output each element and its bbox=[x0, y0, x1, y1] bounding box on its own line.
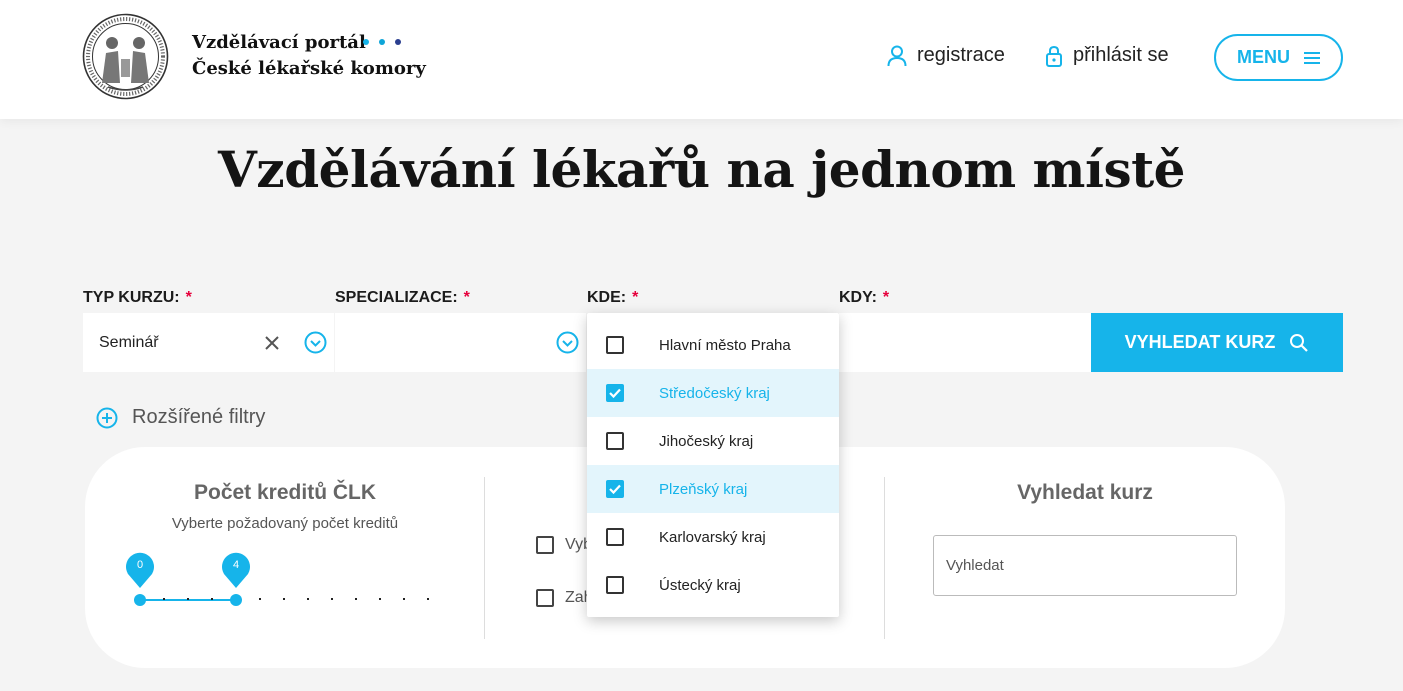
course-type-select[interactable]: Seminář bbox=[83, 313, 334, 372]
region-option-label: Plzeňský kraj bbox=[659, 481, 748, 498]
search-icon bbox=[1290, 333, 1309, 352]
menu-button[interactable]: MENU bbox=[1214, 34, 1343, 81]
region-checkbox[interactable] bbox=[606, 432, 624, 450]
required-mark: * bbox=[632, 289, 639, 306]
login-link[interactable]: přihlásit se bbox=[1045, 44, 1169, 67]
menu-label: MENU bbox=[1237, 47, 1290, 67]
slider-tick bbox=[283, 598, 285, 600]
slider-min-value: 0 bbox=[136, 559, 144, 571]
column-divider bbox=[484, 477, 485, 639]
clear-icon[interactable] bbox=[263, 334, 281, 352]
slider-tick bbox=[331, 598, 333, 600]
specialization-select[interactable] bbox=[335, 313, 586, 372]
region-option-label: Karlovarský kraj bbox=[659, 529, 766, 546]
filter-label-kdy-text: KDY: bbox=[839, 289, 877, 306]
slider-tick bbox=[427, 598, 429, 600]
hamburger-icon bbox=[1304, 51, 1320, 64]
region-option[interactable]: Jihočeský kraj bbox=[587, 417, 839, 465]
region-checkbox[interactable] bbox=[606, 480, 624, 498]
credits-title: Počet kreditů ČLK bbox=[193, 481, 377, 504]
filter-checkbox-2[interactable] bbox=[536, 589, 554, 607]
slider-tick bbox=[163, 598, 165, 600]
register-label: registrace bbox=[917, 44, 1005, 66]
checkmark-icon bbox=[609, 484, 621, 495]
slider-max-value: 4 bbox=[232, 559, 240, 571]
logo-dots bbox=[363, 39, 401, 45]
filter-label-spec-text: SPECIALIZACE: bbox=[335, 289, 458, 306]
region-option-label: Ústecký kraj bbox=[659, 577, 741, 594]
region-option-label: Středočeský kraj bbox=[659, 385, 770, 402]
logo-line-2: České lékařské komory bbox=[192, 58, 426, 79]
slider-tick bbox=[355, 598, 357, 600]
filter-label-kdy: KDY: * bbox=[839, 289, 889, 307]
region-option-label: Jihočeský kraj bbox=[659, 433, 754, 450]
keyword-search-field[interactable] bbox=[933, 535, 1237, 596]
region-option[interactable]: Karlovarský kraj bbox=[587, 513, 839, 561]
filter-label-kde: KDE: * bbox=[587, 289, 638, 307]
slider-tick bbox=[307, 598, 309, 600]
slider-tick bbox=[187, 598, 189, 600]
region-dropdown[interactable]: Hlavní město Praha Středočeský kraj Jiho… bbox=[587, 313, 839, 617]
region-checkbox[interactable] bbox=[606, 336, 624, 354]
keyword-search-input[interactable] bbox=[934, 536, 1236, 595]
region-checkbox[interactable] bbox=[606, 528, 624, 546]
slider-tick bbox=[211, 598, 213, 600]
chevron-down-icon[interactable] bbox=[304, 331, 327, 354]
filter-label-typ-text: TYP KURZU: bbox=[83, 289, 180, 306]
filter-label-kde-text: KDE: bbox=[587, 289, 627, 306]
advanced-filters-label: Rozšířené filtry bbox=[132, 406, 266, 428]
filter-checkbox-1[interactable] bbox=[536, 536, 554, 554]
region-option-label: Hlavní město Praha bbox=[659, 337, 791, 354]
user-icon bbox=[887, 45, 907, 66]
checkmark-icon bbox=[609, 388, 621, 399]
region-checkbox[interactable] bbox=[606, 384, 624, 402]
region-checkbox[interactable] bbox=[606, 576, 624, 594]
keyword-search-title: Vyhledat kurz bbox=[1017, 481, 1153, 504]
slider-tick bbox=[403, 598, 405, 600]
region-option[interactable]: Plzeňský kraj bbox=[587, 465, 839, 513]
filter-label-specializace: SPECIALIZACE: * bbox=[335, 289, 470, 307]
logo-dot bbox=[363, 39, 369, 45]
site-logo-title[interactable]: Vzdělávací portál České lékařské komory bbox=[192, 30, 426, 82]
search-course-label: VYHLEDAT KURZ bbox=[1124, 332, 1276, 352]
logo-dot bbox=[379, 39, 385, 45]
slider-min-handle[interactable] bbox=[134, 594, 146, 606]
region-option[interactable]: Hlavní město Praha bbox=[587, 321, 839, 369]
advanced-filters-toggle[interactable]: Rozšířené filtry bbox=[96, 406, 265, 429]
credits-subtitle: Vyberte požadovaný počet kreditů bbox=[171, 515, 399, 532]
page-title: Vzdělávání lékařů na jednom místě bbox=[218, 140, 1186, 199]
logo-dot bbox=[395, 39, 401, 45]
clk-seal-logo[interactable] bbox=[82, 13, 169, 100]
site-header: Vzdělávací portál České lékařské komory … bbox=[0, 0, 1403, 119]
slider-tick bbox=[259, 598, 261, 600]
slider-max-handle[interactable] bbox=[230, 594, 242, 606]
region-option[interactable]: Ústecký kraj bbox=[587, 561, 839, 609]
lock-icon bbox=[1046, 45, 1062, 67]
date-select[interactable] bbox=[839, 313, 1091, 372]
plus-circle-icon bbox=[96, 407, 118, 428]
slider-tick bbox=[379, 598, 381, 600]
region-option[interactable]: Středočeský kraj bbox=[587, 369, 839, 417]
chevron-down-icon[interactable] bbox=[556, 331, 579, 354]
search-course-button[interactable]: VYHLEDAT KURZ bbox=[1091, 313, 1343, 372]
required-mark: * bbox=[463, 289, 470, 306]
filter-label-typ: TYP KURZU: * bbox=[83, 289, 192, 307]
course-type-value: Seminář bbox=[99, 334, 159, 351]
required-mark: * bbox=[882, 289, 890, 306]
login-label: přihlásit se bbox=[1073, 44, 1169, 66]
required-mark: * bbox=[185, 289, 192, 306]
register-link[interactable]: registrace bbox=[887, 44, 1005, 67]
